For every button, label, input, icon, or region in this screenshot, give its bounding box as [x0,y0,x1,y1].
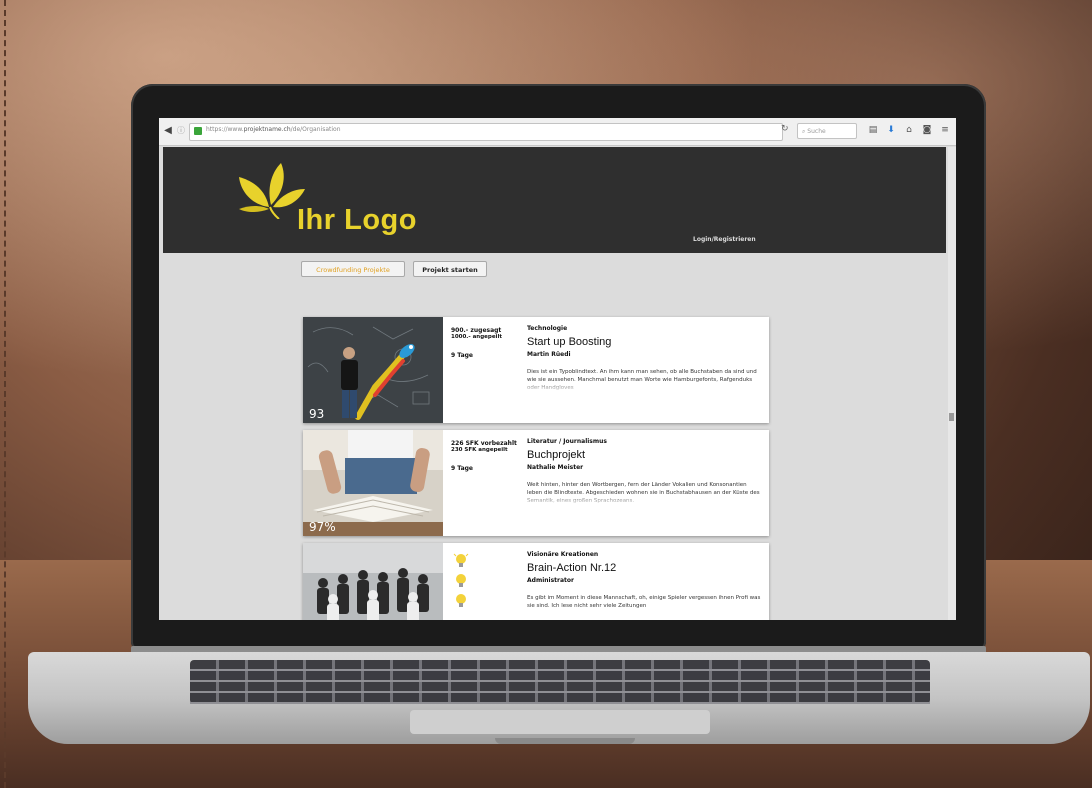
scrollbar-thumb[interactable] [949,413,954,421]
project-card[interactable]: Visionäre Kreationen Brain-Action Nr.12 … [303,543,769,620]
laptop-keyboard [190,660,930,704]
scrollbar[interactable] [948,147,956,620]
project-category: Visionäre Kreationen [527,551,599,558]
project-description: Dies ist ein Typoblindtext. An ihm kann … [527,369,757,391]
pledged-amount: 900.- zugesagt [451,327,502,334]
project-info: Literatur / Journalismus Buchprojekt Nat… [527,438,763,505]
browser-screen: ◀ ⓘ https://www.projektname.ch/de/Organi… [159,118,956,620]
lightbulb-icon [456,594,466,607]
project-image[interactable]: 97% [303,430,443,536]
info-icon[interactable]: ⓘ [174,124,188,138]
project-image[interactable]: 93 [303,317,443,423]
laptop-notch [495,738,635,744]
project-author: Nathalie Meister [527,464,584,471]
project-stats: 900.- zugesagt 1000.- angepeilt 9 Tage [451,327,523,359]
logo-text[interactable]: Ihr Logo [297,204,417,237]
goal-amount: 230 SFK angepeilt [451,447,508,453]
browser-toolbar: ◀ ⓘ https://www.projektname.ch/de/Organi… [159,118,956,146]
bookmark-list-icon[interactable]: ▤ [867,124,879,136]
laptop-trackpad [410,710,710,734]
project-category: Technologie [527,325,568,332]
dashed-edge [4,0,6,788]
download-icon[interactable]: ⬇ [885,124,897,136]
url-text: https://www.projektname.ch/de/Organisati… [206,126,341,133]
crowdfunding-projects-button[interactable]: Crowdfunding Projekte [301,261,405,277]
search-input[interactable]: ⌕ Suche [797,123,857,139]
idea-bulbs [453,553,473,613]
project-title[interactable]: Buchprojekt [527,449,763,461]
project-percent: 97% [309,520,336,534]
project-title[interactable]: Start up Boosting [527,336,763,348]
lightbulb-icon [453,553,469,567]
project-card[interactable]: 97% 226 SFK vorbezahlt 230 SFK angepeilt… [303,430,769,536]
project-stats: 226 SFK vorbezahlt 230 SFK angepeilt 9 T… [451,440,523,472]
lightbulb-icon [456,574,466,587]
goal-amount: 1000.- angepeilt [451,334,502,340]
days-left: 9 Tage [451,352,473,359]
project-author: Martin Rüedi [527,351,571,358]
home-icon[interactable]: ⌂ [903,124,915,136]
start-project-button[interactable]: Projekt starten [413,261,487,277]
project-description: Weit hinten, hinter den Wortbergen, fern… [527,482,760,504]
project-percent: 93 [309,407,325,421]
reload-icon[interactable]: ↻ [781,124,789,134]
lock-icon [194,127,202,135]
site-header: Ihr Logo Login/Registrieren [163,147,946,253]
pledged-amount: 226 SFK vorbezahlt [451,440,517,447]
days-left: 9 Tage [451,465,473,472]
project-image[interactable] [303,543,443,620]
project-description: Es gibt im Moment in diese Mannschaft, o… [527,595,761,609]
address-bar[interactable]: https://www.projektname.ch/de/Organisati… [189,123,783,141]
menu-icon[interactable]: ≡ [939,124,951,136]
project-info: Visionäre Kreationen Brain-Action Nr.12 … [527,551,763,618]
project-title[interactable]: Brain-Action Nr.12 [527,562,763,574]
project-info: Technologie Start up Boosting Martin Rüe… [527,325,763,392]
project-author: Administrator [527,577,574,584]
project-category: Literatur / Journalismus [527,438,607,445]
login-link[interactable]: Login/Registrieren [693,236,756,243]
project-card[interactable]: 93 900.- zugesagt 1000.- angepeilt 9 Tag… [303,317,769,423]
back-icon[interactable]: ◀ [161,124,175,138]
pocket-icon[interactable]: ◙ [921,124,933,136]
